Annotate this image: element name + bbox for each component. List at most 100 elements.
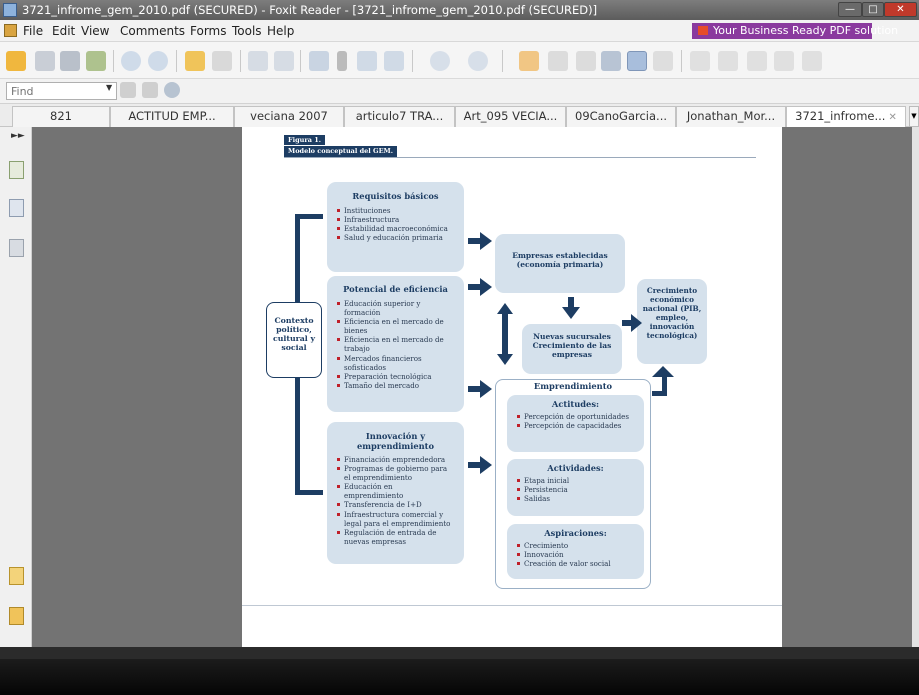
separator xyxy=(176,50,177,72)
collapse-icon[interactable]: ►► xyxy=(11,131,25,141)
separator xyxy=(113,50,114,72)
print-icon[interactable] xyxy=(60,51,80,71)
tool-icon[interactable] xyxy=(690,51,710,71)
maximize-button[interactable]: □ xyxy=(862,2,884,17)
list-item: Programas de gobierno para el emprendimi… xyxy=(337,464,454,482)
tab-articulo7[interactable]: articulo7 TRA... xyxy=(344,106,455,127)
note-icon[interactable] xyxy=(774,51,794,71)
tab-close-icon[interactable]: ✕ xyxy=(888,112,896,123)
list-item: Preparación tecnológica xyxy=(337,372,454,381)
list-item: Eficiencia en el mercado de trabajo xyxy=(337,335,454,353)
ad-banner[interactable]: Your Business Ready PDF solution xyxy=(692,23,898,39)
menu-help[interactable]: Help xyxy=(267,24,294,38)
fit-page-icon[interactable] xyxy=(357,51,377,71)
innovacion-title: Innovación y emprendimiento xyxy=(356,431,435,451)
find-dropdown-icon[interactable]: ▼ xyxy=(106,83,112,92)
list-item: Educación superior y formación xyxy=(337,299,454,317)
list-item: Estabilidad macroeconómica xyxy=(337,224,454,233)
menu-comments[interactable]: Comments xyxy=(120,24,185,38)
image-icon[interactable] xyxy=(653,51,673,71)
context-text: Contexto político, cultural y social xyxy=(272,316,315,352)
find-next-icon[interactable] xyxy=(142,82,158,98)
actitudes-list: Percepción de oportunidades Percepción d… xyxy=(517,412,634,430)
list-item: Percepción de oportunidades xyxy=(517,412,634,421)
arrow-right-icon xyxy=(468,456,492,474)
list-item: Percepción de capacidades xyxy=(517,421,634,430)
page-layout-icon[interactable] xyxy=(248,51,268,71)
eficiencia-list: Educación superior y formación Eficienci… xyxy=(337,299,454,390)
tab-jonathan-mor[interactable]: Jonathan_Mor... xyxy=(676,106,786,127)
prev-page-icon[interactable] xyxy=(121,51,141,71)
select-text-icon[interactable] xyxy=(548,51,568,71)
arrow-right-icon xyxy=(622,314,642,332)
zoom-in-icon[interactable] xyxy=(309,51,329,71)
list-item: Educación en emprendimiento xyxy=(337,482,454,500)
textbox-icon[interactable] xyxy=(747,51,767,71)
actitudes-title: Actitudes: xyxy=(551,399,600,409)
select-icon[interactable] xyxy=(576,51,596,71)
tab-09canogarcia[interactable]: 09CanoGarcia... xyxy=(566,106,676,127)
requisitos-box: Requisitos básicos Instituciones Infraes… xyxy=(327,182,464,272)
menu-forms[interactable]: Forms xyxy=(190,24,226,38)
menu-file[interactable]: File xyxy=(23,24,43,38)
list-item: Crecimiento xyxy=(517,541,634,550)
eficiencia-title: Potencial de eficiencia xyxy=(343,284,448,294)
menu-edit[interactable]: Edit xyxy=(52,24,75,38)
layers-icon[interactable] xyxy=(9,239,24,257)
pages-icon[interactable] xyxy=(9,199,24,217)
tab-actitud-emp[interactable]: ACTITUD EMP... xyxy=(110,106,234,127)
vertical-scrollbar[interactable] xyxy=(912,127,919,647)
find-prev-icon[interactable] xyxy=(120,82,136,98)
save-icon[interactable] xyxy=(35,51,55,71)
search-icon[interactable] xyxy=(164,82,180,98)
zoom-dropdown-icon[interactable] xyxy=(337,51,347,71)
arrow-tool-icon[interactable] xyxy=(802,51,822,71)
separator xyxy=(300,50,301,72)
aspiraciones-box: Aspiraciones: Crecimiento Innovación Cre… xyxy=(507,524,644,579)
zoom-plus-icon[interactable] xyxy=(468,51,488,71)
pdf-page: Figura 1. Modelo conceptual del GEM. Con… xyxy=(242,127,782,647)
arrow-right-icon xyxy=(468,232,492,250)
tab-veciana-2007[interactable]: veciana 2007 xyxy=(234,106,344,127)
separator xyxy=(681,50,682,72)
zoom-out-icon[interactable] xyxy=(430,51,450,71)
innovacion-list: Financiación emprendedora Programas de g… xyxy=(337,455,454,546)
attachment-icon[interactable] xyxy=(9,607,24,625)
menu-tools[interactable]: Tools xyxy=(232,24,262,38)
pencil-icon[interactable] xyxy=(718,51,738,71)
list-item: Salidas xyxy=(517,494,634,503)
find-input[interactable] xyxy=(6,82,117,100)
next-page-icon[interactable] xyxy=(148,51,168,71)
tab-scroll-icon[interactable]: ▼ xyxy=(909,106,919,127)
tab-label: ACTITUD EMP... xyxy=(128,109,216,123)
text-icon[interactable] xyxy=(627,51,647,71)
back-icon[interactable] xyxy=(185,51,205,71)
email-icon[interactable] xyxy=(86,51,106,71)
minimize-button[interactable]: — xyxy=(838,2,862,17)
list-item: Regulación de entrada de nuevas empresas xyxy=(337,528,454,546)
title-bar: 3721_infrome_gem_2010.pdf (SECURED) - Fo… xyxy=(0,0,919,20)
menu-view[interactable]: View xyxy=(81,24,109,38)
aspiraciones-title: Aspiraciones: xyxy=(544,528,607,538)
tab-821[interactable]: 821 xyxy=(12,106,110,127)
comments-icon[interactable] xyxy=(9,567,24,585)
tab-label: Art_095 VECIA... xyxy=(463,109,558,123)
list-item: Innovación xyxy=(517,550,634,559)
actitudes-box: Actitudes: Percepción de oportunidades P… xyxy=(507,395,644,452)
list-item: Creación de valor social xyxy=(517,559,634,568)
document-area[interactable]: Figura 1. Modelo conceptual del GEM. Con… xyxy=(32,127,912,647)
fit-width-icon[interactable] xyxy=(384,51,404,71)
binoculars-icon[interactable] xyxy=(601,51,621,71)
arrow-down-icon xyxy=(562,297,580,319)
close-button[interactable]: ✕ xyxy=(884,2,917,17)
bookmark-icon[interactable] xyxy=(9,161,24,179)
tab-3721-infrome[interactable]: 3721_infrome... ✕ xyxy=(786,106,906,127)
tab-label: Jonathan_Mor... xyxy=(686,109,776,123)
hand-icon[interactable] xyxy=(519,51,539,71)
window-title: 3721_infrome_gem_2010.pdf (SECURED) - Fo… xyxy=(22,3,598,17)
open-icon[interactable] xyxy=(6,51,26,71)
page-layout2-icon[interactable] xyxy=(274,51,294,71)
tab-art-095[interactable]: Art_095 VECIA... xyxy=(455,106,566,127)
status-bar xyxy=(0,647,919,659)
forward-icon[interactable] xyxy=(212,51,232,71)
